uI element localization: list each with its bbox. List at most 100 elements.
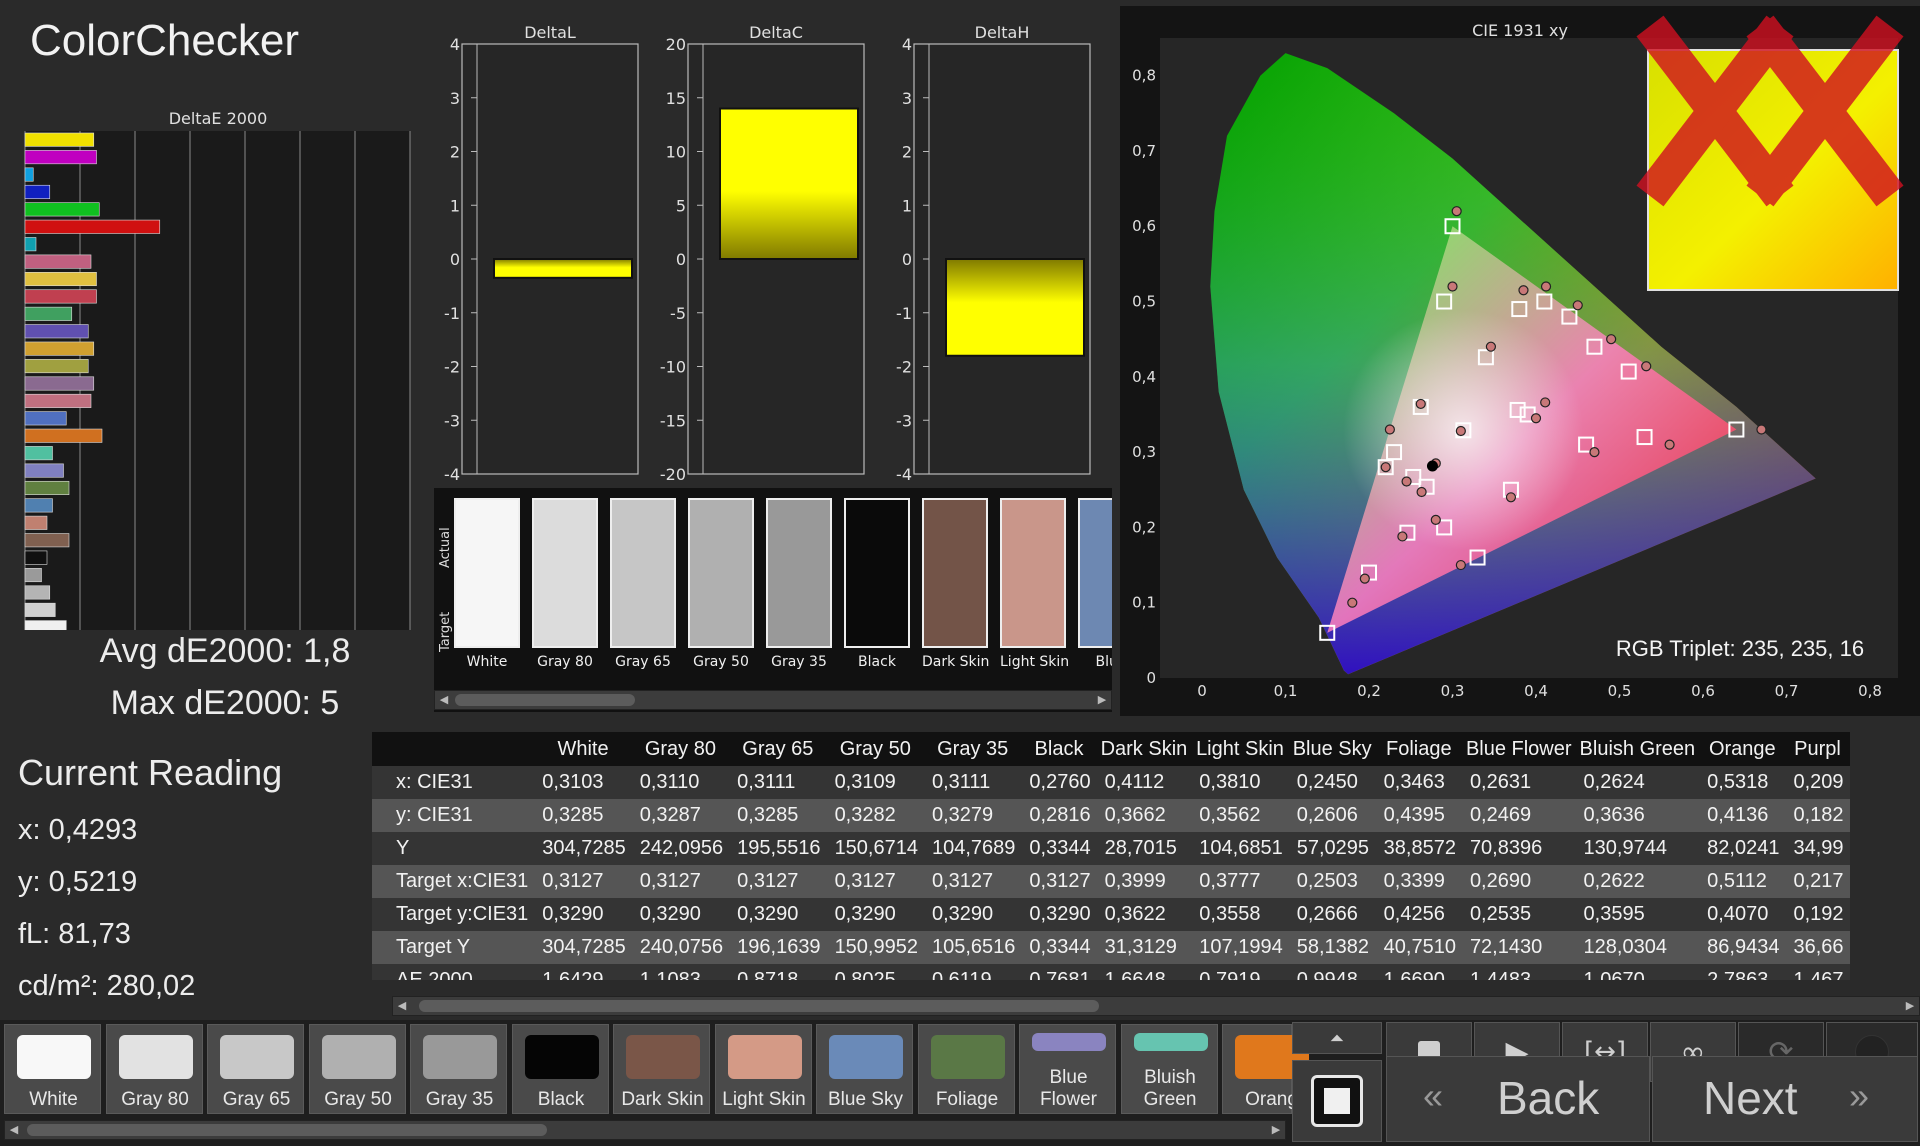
column-header[interactable]: Foliage bbox=[1375, 732, 1462, 766]
column-header[interactable]: Black bbox=[1021, 732, 1097, 766]
delta-ytick: 1 bbox=[902, 196, 912, 215]
table-scroll-left-icon[interactable]: ◀ bbox=[394, 997, 410, 1015]
delta-ytick: -2 bbox=[896, 358, 912, 377]
patch-button-gray-35[interactable]: Gray 35 bbox=[410, 1024, 507, 1114]
table-cell: 0,3999 bbox=[1096, 865, 1192, 898]
swatch-black[interactable]: Black bbox=[844, 498, 910, 670]
table-cell: 0,3290 bbox=[534, 898, 632, 931]
table-cell: 0,4395 bbox=[1375, 799, 1462, 832]
table-cell: 57,0295 bbox=[1288, 832, 1376, 865]
patch-button-orang[interactable]: Orang bbox=[1222, 1024, 1309, 1114]
swatch-strip: Actual Target White Gray 80 Gray 65 Gray 50… bbox=[434, 488, 1112, 712]
table-cell: 0,2450 bbox=[1288, 766, 1376, 799]
cie-xtick: 0,3 bbox=[1441, 682, 1465, 700]
table-cell: 0,3282 bbox=[826, 799, 924, 832]
patch-button-black[interactable]: Black bbox=[511, 1024, 609, 1114]
table-scrollbar[interactable]: ◀ ▶ bbox=[392, 996, 1920, 1016]
measurement-table: White Gray 80 Gray 65 Gray 50 Gray 35 Black Da… bbox=[372, 732, 1920, 980]
next-button[interactable]: Next » bbox=[1652, 1056, 1918, 1142]
column-header[interactable]: Blue Sky bbox=[1288, 732, 1376, 766]
delta-ytick: 20 bbox=[666, 35, 686, 54]
deltae-bar bbox=[24, 359, 89, 374]
column-header[interactable]: Gray 80 bbox=[631, 732, 730, 766]
column-header[interactable]: White bbox=[534, 732, 632, 766]
patch-label: Blue Sky bbox=[828, 1089, 903, 1110]
swatch-blue[interactable]: Blue bbox=[1078, 498, 1112, 670]
table-cell: 0,3103 bbox=[534, 766, 632, 799]
swatch-gray-65[interactable]: Gray 65 bbox=[610, 498, 676, 670]
table-cell: 0,192 bbox=[1785, 898, 1850, 931]
table-scroll-thumb[interactable] bbox=[419, 1000, 1099, 1012]
cie-measured-point bbox=[1384, 424, 1395, 435]
delta-bar bbox=[945, 258, 1085, 357]
patch-button-foliage[interactable]: Foliage bbox=[917, 1024, 1015, 1114]
cie-measured-point bbox=[1359, 573, 1370, 584]
deltae-bar bbox=[24, 568, 42, 583]
patch-label: Dark Skin bbox=[621, 1089, 704, 1110]
swatch-white[interactable]: White bbox=[454, 498, 520, 670]
table-cell: 38,8572 bbox=[1375, 832, 1462, 865]
patch-button-bluish-green[interactable]: Bluish Green bbox=[1120, 1024, 1218, 1114]
column-header[interactable]: Bluish Green bbox=[1575, 732, 1700, 766]
patch-scroll-left-icon[interactable]: ◀ bbox=[6, 1121, 22, 1139]
eject-up-button[interactable]: ⏶ bbox=[1292, 1022, 1382, 1054]
column-header[interactable]: Blue Flower bbox=[1461, 732, 1576, 766]
cie-ytick: 0,4 bbox=[1132, 368, 1156, 386]
swatch-scroll-thumb[interactable] bbox=[455, 694, 635, 706]
patch-button-white[interactable]: White bbox=[4, 1024, 101, 1114]
column-header[interactable]: Gray 35 bbox=[923, 732, 1022, 766]
table-row: Target y:CIE31 0,3290 0,3290 0,3290 0,3290 0,… bbox=[372, 898, 1850, 931]
table-row: Target x:CIE31 0,3127 0,3127 0,3127 0,3127 0,… bbox=[372, 865, 1850, 898]
patch-button-blue-flower[interactable]: Blue Flower bbox=[1019, 1024, 1116, 1114]
delta-chart-title: DeltaL bbox=[524, 23, 576, 42]
column-header[interactable]: Purpl bbox=[1785, 732, 1850, 766]
patch-button-gray-80[interactable]: Gray 80 bbox=[105, 1024, 203, 1114]
table-cell: 0,3562 bbox=[1191, 799, 1289, 832]
cie-ytick: 0 bbox=[1146, 669, 1156, 687]
table-cell: 0,4136 bbox=[1699, 799, 1786, 832]
patch-button-light-skin[interactable]: Light Skin bbox=[714, 1024, 812, 1114]
patch-scroll-thumb[interactable] bbox=[27, 1124, 547, 1136]
table-cell: 86,9434 bbox=[1699, 931, 1786, 964]
table-cell: 0,3111 bbox=[923, 766, 1022, 799]
patch-button-dark-skin[interactable]: Dark Skin bbox=[613, 1024, 710, 1114]
table-cell: 0,3344 bbox=[1021, 832, 1097, 865]
table-cell: 0,3558 bbox=[1191, 898, 1289, 931]
table-scroll-right-icon[interactable]: ▶ bbox=[1902, 997, 1918, 1015]
table-row: Target Y 304,7285 240,0756 196,1639 150,9952… bbox=[372, 931, 1850, 964]
patch-scroll-right-icon[interactable]: ▶ bbox=[1268, 1121, 1284, 1139]
table-cell: 0,3636 bbox=[1575, 799, 1700, 832]
cie-measured-point bbox=[1426, 460, 1438, 472]
swatch-gray-50[interactable]: Gray 50 bbox=[688, 498, 754, 670]
swatch-gray-80[interactable]: Gray 80 bbox=[532, 498, 598, 670]
patch-label: Black bbox=[537, 1089, 585, 1110]
column-header[interactable]: Dark Skin bbox=[1096, 732, 1192, 766]
table-cell: 0,3127 bbox=[729, 865, 827, 898]
table-cell: 0,2535 bbox=[1461, 898, 1576, 931]
patch-button-blue-sky[interactable]: Blue Sky bbox=[816, 1024, 913, 1114]
back-button[interactable]: « Back bbox=[1386, 1056, 1650, 1142]
column-header[interactable]: Light Skin bbox=[1191, 732, 1289, 766]
table-cell: 0,3463 bbox=[1375, 766, 1462, 799]
cie-measured-point bbox=[1416, 486, 1427, 498]
patch-button-gray-65[interactable]: Gray 65 bbox=[207, 1024, 304, 1114]
swatch-color bbox=[766, 498, 832, 648]
cie-measured-point bbox=[1505, 492, 1517, 503]
cie-xtick: 0,4 bbox=[1524, 682, 1548, 700]
scroll-right-icon[interactable]: ▶ bbox=[1094, 691, 1110, 709]
column-header[interactable]: Gray 50 bbox=[826, 732, 924, 766]
delta-ytick: 3 bbox=[902, 89, 912, 108]
swatch-dark-skin[interactable]: Dark Skin bbox=[922, 498, 989, 670]
patch-button-gray-50[interactable]: Gray 50 bbox=[308, 1024, 406, 1114]
table-cell: 0,2816 bbox=[1021, 799, 1097, 832]
table-cell: 107,1994 bbox=[1191, 931, 1289, 964]
swatch-light-skin[interactable]: Light Skin bbox=[1000, 498, 1069, 670]
column-header[interactable]: Gray 65 bbox=[729, 732, 827, 766]
stop-measure-button[interactable] bbox=[1292, 1060, 1382, 1142]
patch-scrollbar[interactable]: ◀ ▶ bbox=[4, 1120, 1286, 1140]
swatch-gray-35[interactable]: Gray 35 bbox=[766, 498, 832, 670]
row-header: y: CIE31 bbox=[372, 799, 535, 832]
swatch-scrollbar[interactable]: ◀ ▶ bbox=[434, 690, 1112, 710]
deltae-bar bbox=[24, 620, 67, 630]
column-header[interactable]: Orange bbox=[1699, 732, 1786, 766]
